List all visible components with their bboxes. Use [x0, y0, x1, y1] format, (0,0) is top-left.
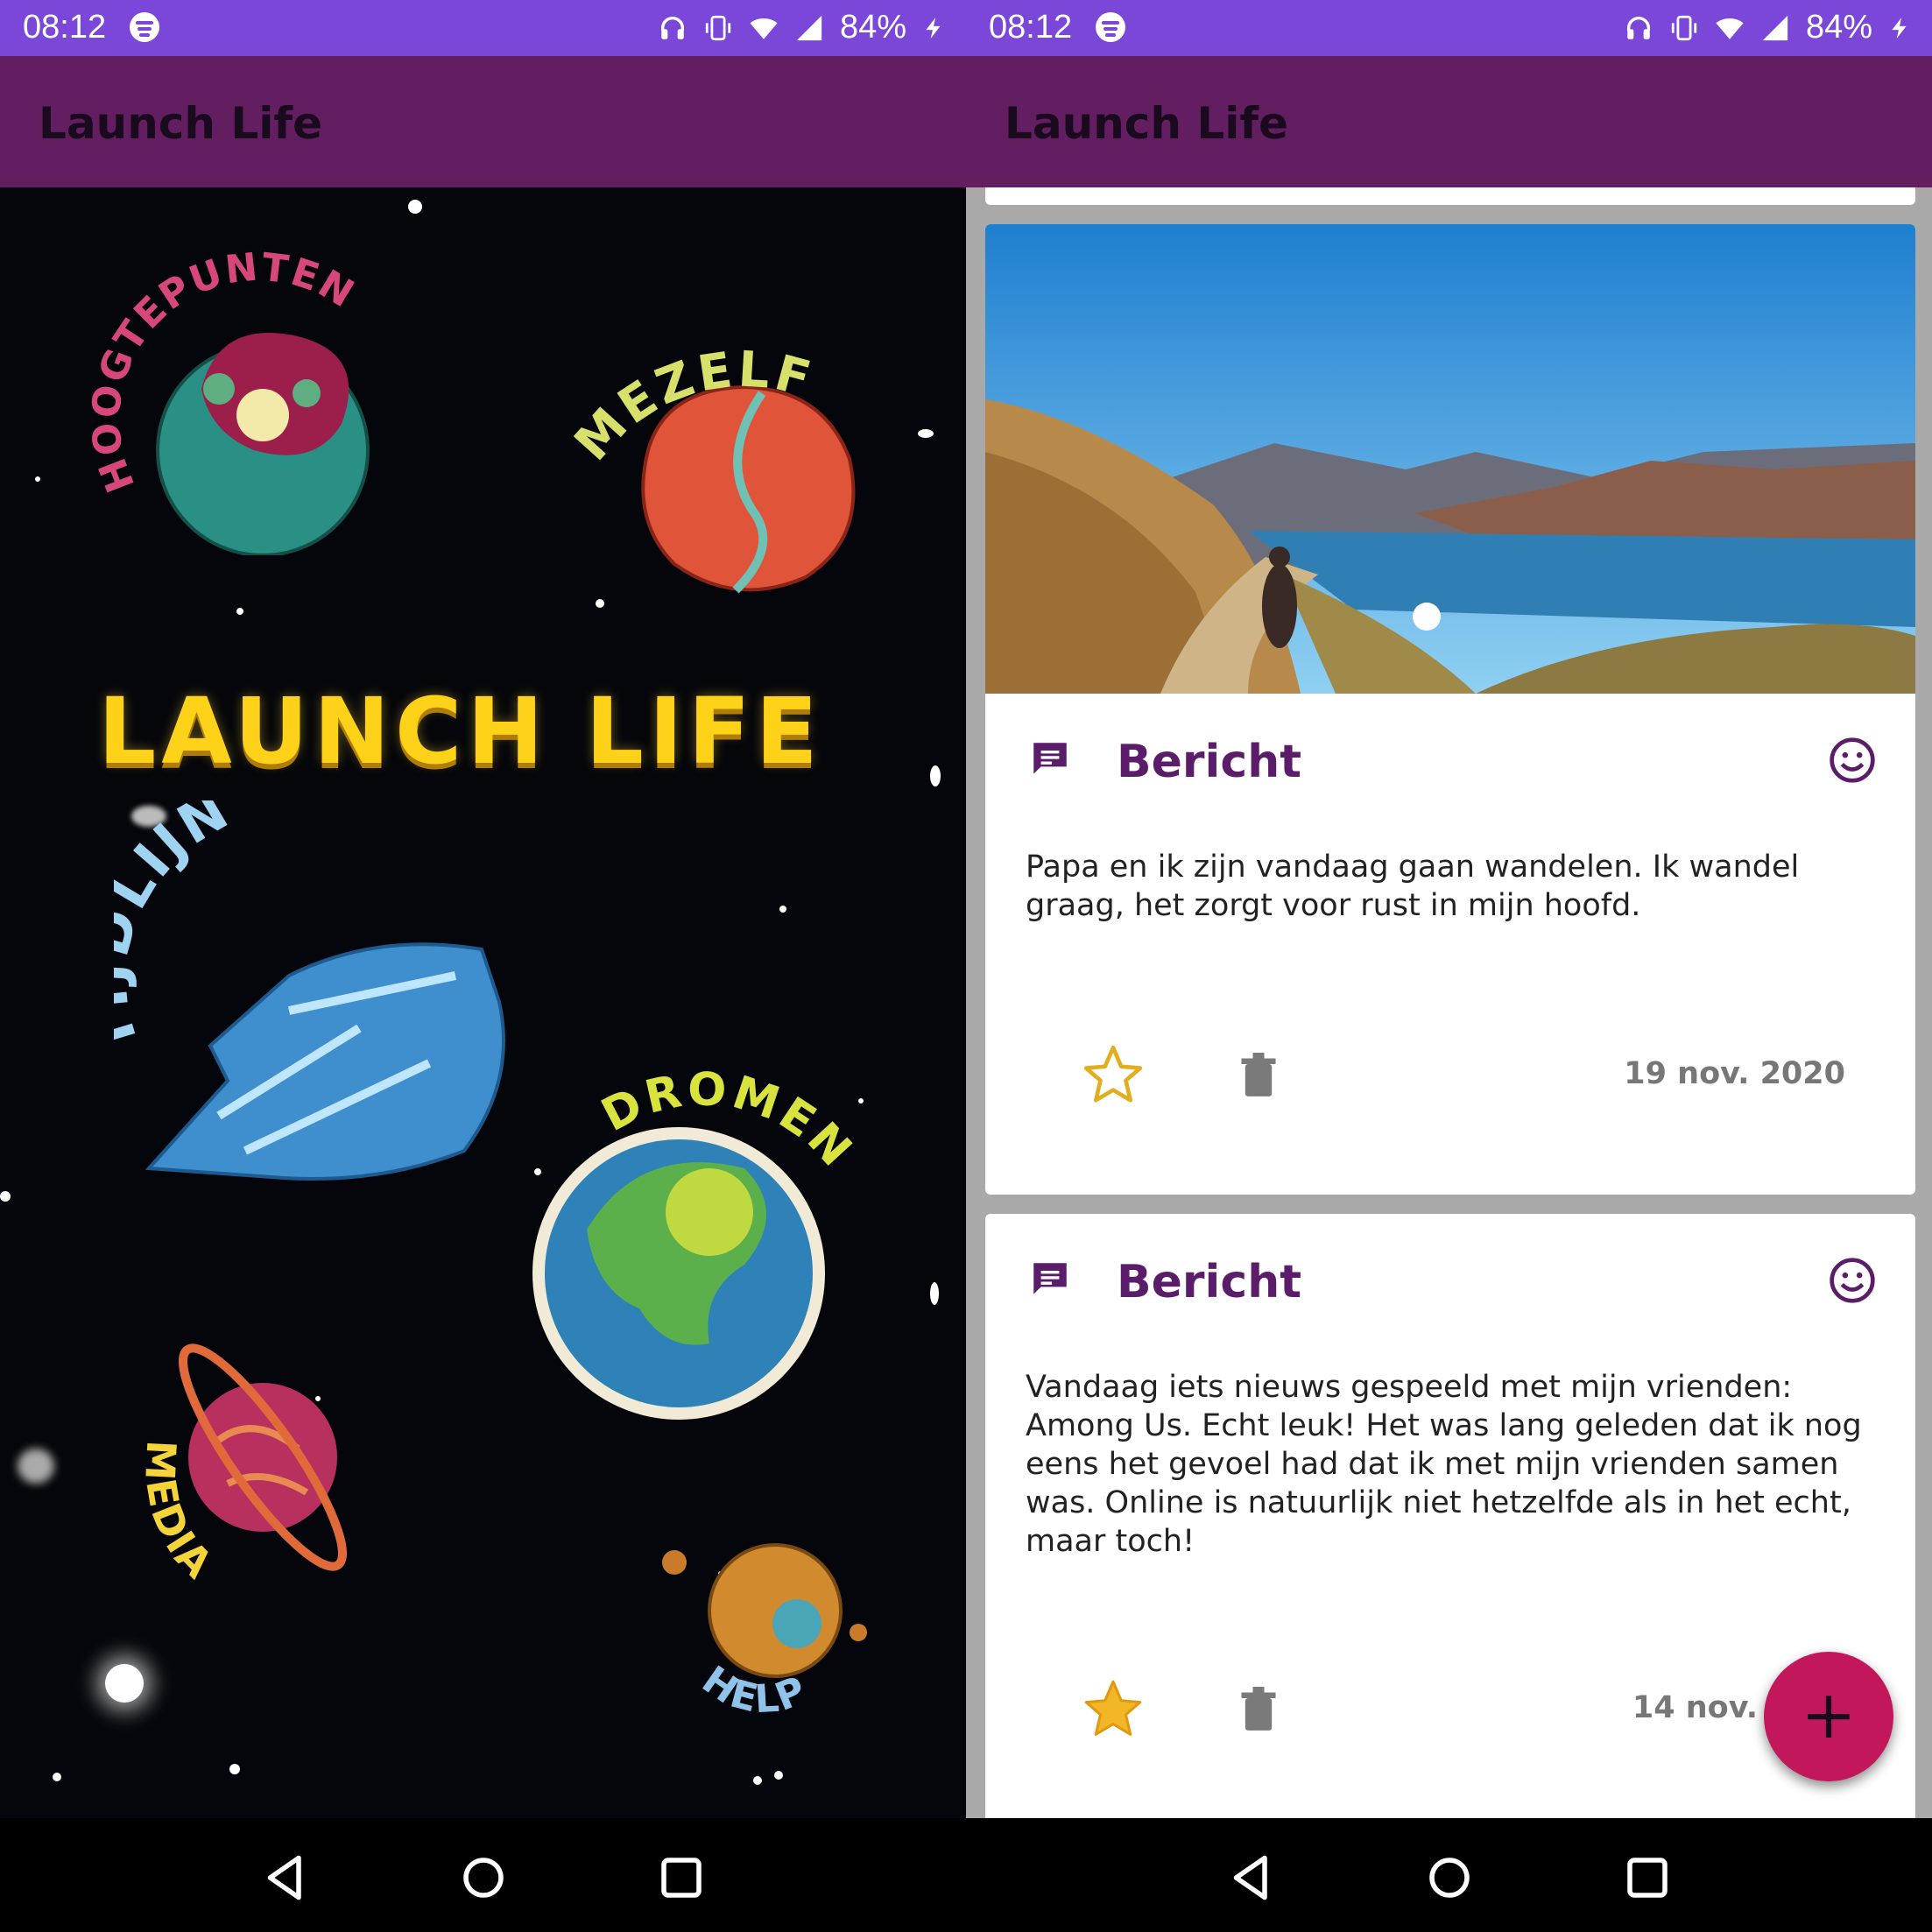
headphones-icon — [1626, 16, 1650, 39]
wifi-icon — [750, 18, 778, 39]
app-bar: Launch Life — [966, 56, 1932, 187]
post-date: 19 nov. 2020 — [1624, 1056, 1845, 1091]
post-date: 14 nov. — [1632, 1690, 1758, 1725]
system-nav-bar — [966, 1818, 1932, 1932]
post-type: Bericht — [1117, 736, 1302, 788]
menu-tijdlijn[interactable]: TIJDLIJN — [74, 777, 534, 1203]
menu-hoogtepunten[interactable]: HOOGTEPUNTEN — [83, 240, 438, 557]
star-decoration — [18, 1449, 54, 1484]
post-text: Papa en ik zijn vandaag gaan wandelen. I… — [1026, 850, 1800, 923]
star-decoration — [930, 765, 941, 786]
menu-label: TIJDLIJN — [74, 777, 237, 1061]
star-decoration — [774, 1771, 783, 1780]
vibrate-icon — [705, 15, 731, 40]
phone-home-screen: 08:12 84% Launch Life HOOGTEPUNTEN MEZEL… — [0, 0, 966, 1932]
plus-icon: + — [1801, 1675, 1857, 1753]
back-icon[interactable] — [259, 1851, 312, 1904]
message-icon — [1033, 1263, 1067, 1294]
planet-help-icon: HELP — [662, 1543, 867, 1722]
launch-life-logo: LAUNCH LIFE — [98, 678, 823, 785]
star-decoration — [753, 1776, 762, 1785]
star-decoration — [0, 1191, 11, 1202]
post-type: Bericht — [1117, 1256, 1302, 1308]
battery-percent: 84% — [839, 9, 906, 46]
menu-help[interactable]: HELP — [648, 1527, 876, 1738]
menu-dromen[interactable]: DROMEN — [508, 1063, 876, 1431]
delete-icon[interactable] — [1239, 1053, 1278, 1098]
spotify-icon — [130, 12, 159, 42]
app-bar: Launch Life — [0, 56, 966, 187]
star-decoration — [229, 1764, 240, 1774]
post-photo[interactable] — [985, 224, 1915, 694]
charging-icon — [926, 17, 941, 39]
system-nav-bar — [0, 1818, 966, 1932]
add-post-button[interactable]: + — [1764, 1652, 1893, 1781]
battery-percent: 84% — [1805, 9, 1872, 46]
star-decoration — [105, 1664, 144, 1703]
message-icon — [1033, 743, 1067, 774]
signal-icon — [1762, 15, 1788, 40]
smiley-icon[interactable] — [1828, 736, 1877, 785]
star-decoration — [408, 200, 422, 214]
home-icon[interactable] — [1423, 1851, 1476, 1904]
status-time: 08:12 — [23, 9, 107, 46]
recents-icon[interactable] — [655, 1851, 708, 1904]
back-icon[interactable] — [1225, 1851, 1278, 1904]
charging-icon — [1892, 17, 1907, 39]
post-text: Vandaag iets nieuws gespeeld met mijn vr… — [1026, 1370, 1862, 1559]
vibrate-icon — [1671, 15, 1697, 40]
star-decoration — [930, 1282, 939, 1305]
phone-feed-screen: 08:12 84% Launch Life Bericht Papa en ik… — [966, 0, 1932, 1932]
planet-earth-icon: DROMEN — [532, 1063, 860, 1420]
star-outline-icon[interactable] — [1080, 1042, 1146, 1107]
wifi-icon — [1716, 18, 1744, 39]
status-bar: 08:12 84% — [966, 0, 1932, 56]
recents-icon[interactable] — [1621, 1851, 1674, 1904]
svg-text:TIJDLIJN: TIJDLIJN — [114, 800, 242, 1061]
star-decoration — [53, 1773, 61, 1781]
post-card-previous[interactable] — [985, 187, 1915, 205]
planet-ice-icon: TIJDLIJN — [74, 777, 505, 1181]
star-decoration — [779, 906, 786, 913]
star-decoration — [35, 476, 40, 482]
app-title: Launch Life — [39, 98, 323, 149]
menu-media[interactable]: MEDIA — [131, 1308, 394, 1615]
app-title: Launch Life — [1005, 98, 1289, 149]
spotify-icon — [1096, 12, 1125, 42]
star-decoration — [918, 429, 934, 438]
home-icon[interactable] — [457, 1851, 510, 1904]
space-menu: HOOGTEPUNTEN MEZELF LAUNCH LIFE IJN DROM… — [0, 187, 966, 1818]
status-bar: 08:12 84% — [0, 0, 966, 56]
headphones-icon — [660, 16, 684, 39]
delete-icon[interactable] — [1239, 1687, 1278, 1732]
post-card[interactable]: Bericht Papa en ik zijn vandaag gaan wan… — [985, 224, 1915, 1195]
planet-ringed-icon: MEDIA — [136, 1343, 347, 1589]
post-feed[interactable]: Bericht Papa en ik zijn vandaag gaan wan… — [966, 187, 1932, 1818]
signal-icon — [796, 15, 822, 40]
star-decoration — [236, 608, 243, 615]
status-time: 08:12 — [989, 9, 1073, 46]
menu-mezelf[interactable]: MEZELF — [564, 284, 920, 608]
star-filled-icon[interactable] — [1080, 1676, 1146, 1741]
planet-red-icon: MEZELF — [564, 341, 856, 594]
smiley-icon[interactable] — [1828, 1256, 1877, 1305]
planet-crater-icon: HOOGTEPUNTEN — [83, 244, 370, 557]
